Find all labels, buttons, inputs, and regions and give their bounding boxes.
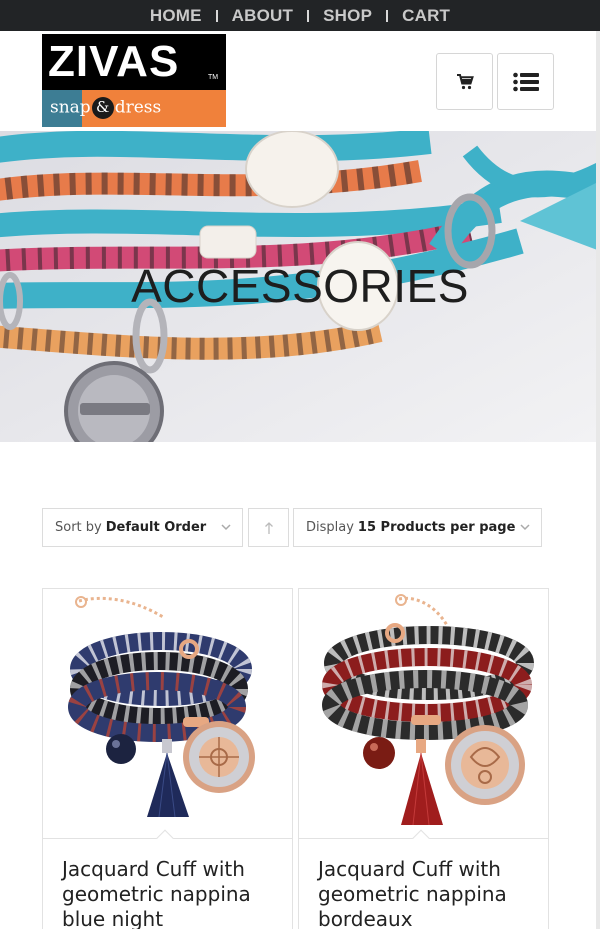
page-title: ACCESSORIES <box>131 260 469 312</box>
logo-tagline-block: snap & dress <box>42 90 226 127</box>
logo-tagline-snap: snap <box>50 97 91 118</box>
products-per-page-dropdown[interactable]: Display 15 Products per page <box>293 508 542 547</box>
product-name-link[interactable]: Jacquard Cuff with geometric nappina blu… <box>62 857 282 929</box>
nav-about-link[interactable]: ABOUT <box>218 6 307 26</box>
nav-shop-link[interactable]: SHOP <box>309 6 386 26</box>
arrow-up-icon <box>264 521 273 534</box>
sort-direction-button[interactable] <box>248 508 289 547</box>
product-name-link[interactable]: Jacquard Cuff with geometric nappina bor… <box>318 857 538 929</box>
logo-black-block: ZIVAS TM <box>42 34 226 90</box>
header-cart-button[interactable] <box>436 53 493 110</box>
chevron-down-icon <box>221 524 231 531</box>
page-scrollbar[interactable] <box>596 31 600 929</box>
logo-tagline-dress: dress <box>114 97 162 118</box>
sort-by-label: Sort by <box>55 520 102 535</box>
sort-by-value: Default Order <box>105 520 207 535</box>
product-card[interactable]: Jacquard Cuff with geometric nappina bor… <box>298 588 549 929</box>
logo-tagline-amp: & <box>91 97 114 119</box>
hero-banner: ACCESSORIES <box>0 131 600 442</box>
chevron-down-icon <box>520 524 530 531</box>
product-image[interactable] <box>299 589 548 838</box>
logo-wordmark: ZIVAS <box>48 37 180 86</box>
nav-cart-link[interactable]: CART <box>388 6 464 26</box>
sort-order-dropdown[interactable]: Sort by Default Order <box>42 508 243 547</box>
display-value: 15 Products per page <box>357 520 516 535</box>
cart-icon <box>456 73 474 89</box>
nav-home-link[interactable]: HOME <box>136 6 216 26</box>
top-navigation: HOME ABOUT SHOP CART <box>0 0 600 31</box>
list-menu-icon <box>512 72 539 91</box>
site-header: ZIVAS TM snap & dress <box>0 31 600 131</box>
logo-trademark: TM <box>208 74 219 81</box>
display-label: Display <box>306 520 354 535</box>
product-image[interactable] <box>43 589 292 838</box>
product-card[interactable]: Jacquard Cuff with geometric nappina blu… <box>42 588 293 929</box>
header-menu-button[interactable] <box>497 53 554 110</box>
site-logo[interactable]: ZIVAS TM snap & dress <box>42 34 226 127</box>
logo-tagline: snap & dress <box>50 97 161 119</box>
